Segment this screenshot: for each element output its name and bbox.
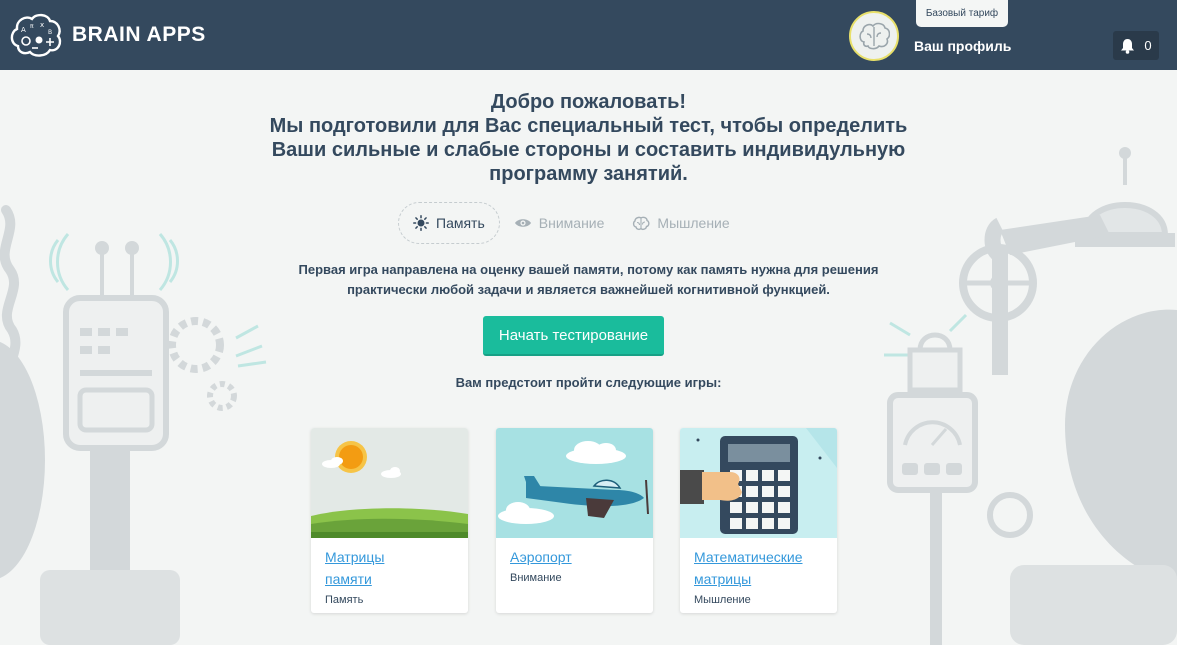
game-title-link[interactable]: Математические матрицы [694,546,823,590]
game-title-link[interactable]: Аэропорт [510,546,639,568]
games-list-title: Вам предстоит пройти следующие игры: [455,375,722,390]
brain-icon [633,216,650,230]
profile-avatar[interactable] [849,11,899,61]
welcome-heading: Добро пожаловать! Мы подготовили для Вас… [200,90,977,186]
svg-text:A: A [21,26,26,34]
bell-icon [1121,38,1135,54]
right-robot-illustration [884,147,1177,645]
game-category: Мышление [694,594,751,606]
game-title-line: памяти [325,571,372,587]
memory-game-illustration [311,428,468,538]
welcome-line: программу занятий. [489,163,688,185]
svg-text:π: π [30,23,34,30]
airplane-icon [496,428,653,538]
svg-text:x: x [40,21,44,29]
tab-memory[interactable]: Память [398,202,500,244]
brand-logo[interactable]: A π x B BRAIN APPS [8,12,206,58]
tab-thinking[interactable]: Мышление [618,202,743,244]
svg-text:B: B [48,29,52,36]
game-category: Память [325,594,364,606]
calculator-icon [680,428,837,538]
left-robot-illustration [0,205,267,645]
brain-logo-icon: A π x B [10,13,62,57]
game-card-memory-matrices[interactable]: Матрицы памяти Память [311,428,468,613]
start-testing-button[interactable]: Начать тестирование [483,316,664,356]
welcome-line: Ваши сильные и слабые стороны и составит… [271,139,906,161]
brain-avatar-icon [859,22,890,50]
tab-attention[interactable]: Внимание [500,202,619,244]
top-navigation-bar: A π x B BRAIN APPS Базовый тариф Ваш про… [0,0,1177,70]
plan-badge[interactable]: Базовый тариф [916,0,1008,27]
game-card-math-matrices[interactable]: Математические матрицы Мышление [680,428,837,613]
sun-icon [413,215,429,231]
tab-thinking-label: Мышление [657,215,730,231]
brand-name: BRAIN APPS [72,23,206,46]
game-title-line: Аэропорт [510,549,572,565]
tab-attention-label: Внимание [538,215,605,231]
tab-memory-label: Память [436,215,485,231]
game-card-airport[interactable]: Аэропорт Внимание [496,428,653,613]
profile-link[interactable]: Ваш профиль [914,38,1011,54]
eye-icon [514,219,531,227]
test-description-line: Первая игра направлена на оценку вашей п… [298,262,879,277]
game-title-link[interactable]: Матрицы памяти [325,546,454,590]
game-title-line: матрицы [694,571,752,587]
game-title-line: Математические [694,549,803,565]
skill-tabs: Память Внимание Мышление [398,202,744,244]
welcome-line: Мы подготовили для Вас специальный тест,… [269,115,908,137]
welcome-greeting: Добро пожаловать! [490,91,687,113]
test-description: Первая игра направлена на оценку вашей п… [230,260,947,300]
notifications-button[interactable]: 0 [1113,31,1159,60]
game-title-line: Матрицы [325,549,385,565]
game-category: Внимание [510,572,562,584]
notifications-count: 0 [1144,38,1152,53]
test-description-line: практически любой задачи и является важн… [347,282,830,297]
